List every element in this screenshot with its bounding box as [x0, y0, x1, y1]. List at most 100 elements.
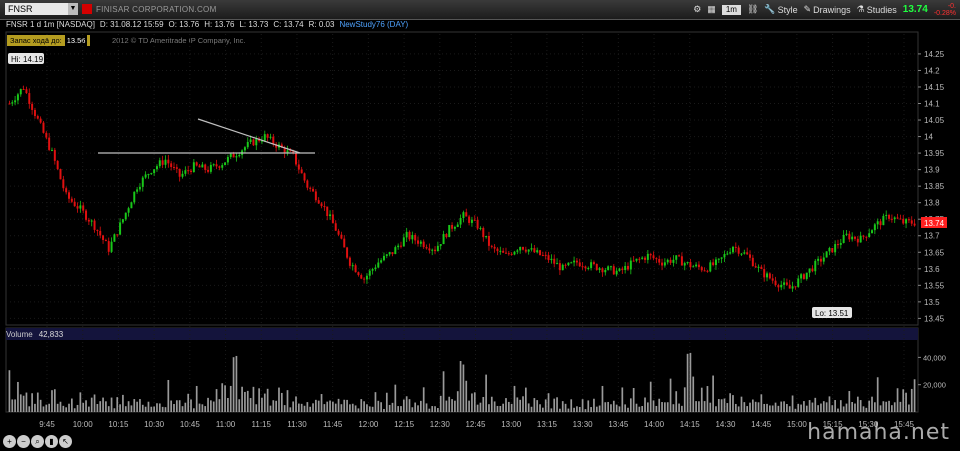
- x-tick-label: 14:15: [680, 420, 701, 429]
- y-tick-label: 13.85: [924, 182, 945, 191]
- candle-body: [680, 256, 683, 266]
- margin-box: Запас хода до: 13.56: [7, 35, 91, 46]
- zoom-out-icon[interactable]: −: [17, 435, 30, 448]
- volume-tick-label: 40,000: [923, 353, 946, 362]
- candle-body: [749, 254, 751, 258]
- pan-icon[interactable]: ▮: [45, 435, 58, 448]
- candle-body: [689, 262, 692, 268]
- y-tick-label: 13.95: [924, 149, 945, 158]
- candle-body: [39, 118, 42, 123]
- candle-body: [147, 174, 150, 176]
- candle-body: [136, 189, 139, 192]
- candle-body: [331, 214, 334, 224]
- candle-body: [848, 233, 851, 240]
- candle-body: [504, 252, 507, 254]
- candle-body: [831, 248, 834, 253]
- price-info-bar: FNSR 1 d 1m [NASDAQ] D: 31.08.12 15:59 O…: [6, 20, 408, 30]
- candle-body: [896, 217, 899, 219]
- candle-body: [882, 215, 885, 226]
- cursor-icon[interactable]: ↖: [59, 435, 72, 448]
- candle-body: [496, 248, 499, 252]
- price-chart[interactable]: 14.25 14.2 14.15 14.1 14.05 14 13.95 13.9 13.85 1…: [0, 0, 960, 451]
- style-button[interactable]: 🔧 Style: [764, 4, 797, 15]
- drawings-button[interactable]: ✎ Drawings: [804, 4, 851, 15]
- candle-body: [697, 264, 700, 268]
- chart-title: FNSR 1 d 1m [NASDAQ]: [6, 20, 95, 29]
- candle-body: [561, 264, 564, 271]
- candle-body: [547, 255, 550, 261]
- y-tick-label: 14.15: [924, 83, 945, 92]
- candle-body: [757, 266, 760, 268]
- y-tick-label: 13.9: [924, 166, 940, 175]
- candle-body: [348, 257, 351, 266]
- candle-body: [363, 278, 366, 280]
- hi-label: Hi: 14.19: [11, 55, 44, 64]
- candle-body: [609, 266, 612, 268]
- percent-change: -0.28%: [933, 9, 956, 17]
- candle-body: [575, 260, 578, 263]
- candle-body: [476, 219, 479, 229]
- candle-body: [482, 227, 485, 238]
- grid-icon[interactable]: ▦: [707, 4, 716, 15]
- candle-body: [459, 218, 462, 225]
- candle-body: [774, 280, 777, 286]
- candle-body: [385, 254, 388, 256]
- candle-body: [33, 109, 36, 116]
- candle-body: [709, 262, 712, 272]
- y-tick-label: 13.75: [924, 215, 945, 224]
- x-tick-label: 14:45: [751, 420, 772, 429]
- candle-body: [859, 235, 862, 243]
- candle-body: [445, 234, 448, 238]
- study-label[interactable]: NewStudy76 (DAY): [339, 20, 408, 30]
- candle-body: [380, 260, 383, 263]
- last-price: 13.74: [902, 4, 928, 15]
- candle-body: [85, 210, 88, 220]
- settings-icon[interactable]: ⚙: [693, 4, 701, 15]
- candle-body: [899, 218, 902, 220]
- volume-label: Volume: [6, 330, 33, 339]
- candle-body: [893, 217, 896, 220]
- candle-body: [805, 272, 808, 279]
- candle-body: [391, 252, 394, 255]
- info-open: O: 13.76: [168, 20, 200, 29]
- candle-body: [224, 162, 227, 166]
- candle-body: [553, 258, 556, 264]
- volume-header: Volume 42,833: [6, 330, 63, 339]
- candle-body: [252, 139, 255, 146]
- candle-body: [155, 166, 158, 170]
- candle-body: [768, 273, 771, 279]
- info-high: H: 13.76: [204, 20, 235, 29]
- candle-body: [473, 219, 476, 221]
- candle-body: [346, 247, 349, 258]
- magnifier-icon[interactable]: ⌕: [31, 435, 44, 448]
- candle-body: [36, 115, 39, 119]
- symbol-dropdown-icon[interactable]: ▼: [68, 3, 78, 15]
- candle-body: [19, 88, 22, 95]
- flask-icon: ⚗: [856, 4, 865, 14]
- candle-body: [28, 93, 31, 104]
- candle-body: [25, 89, 28, 94]
- candle-body: [204, 164, 207, 170]
- candle-body: [493, 246, 496, 249]
- candle-body: [556, 263, 559, 265]
- candle-body: [184, 170, 187, 174]
- candle-body: [102, 235, 105, 240]
- copyright: 2012 © TD Ameritrade IP Company, Inc.: [112, 36, 246, 45]
- candle-body: [834, 244, 837, 253]
- x-tick-label: 10:15: [108, 420, 129, 429]
- timeframe-button[interactable]: 1m: [721, 4, 741, 15]
- y-tick-label: 13.65: [924, 248, 945, 257]
- candle-body: [479, 227, 482, 229]
- candle-body: [212, 164, 215, 166]
- style-label: Style: [777, 4, 798, 15]
- candle-body: [207, 169, 210, 172]
- candle-body: [910, 220, 913, 224]
- link-icon[interactable]: ⛓: [747, 4, 758, 15]
- candle-body: [726, 253, 729, 255]
- candle-body: [788, 284, 791, 289]
- studies-button[interactable]: ⚗ Studies: [857, 4, 897, 15]
- zoom-in-icon[interactable]: +: [3, 435, 16, 448]
- x-tick-label: 13:00: [501, 420, 522, 429]
- resistance-line[interactable]: [197, 118, 301, 154]
- symbol-input[interactable]: FNSR: [5, 3, 75, 15]
